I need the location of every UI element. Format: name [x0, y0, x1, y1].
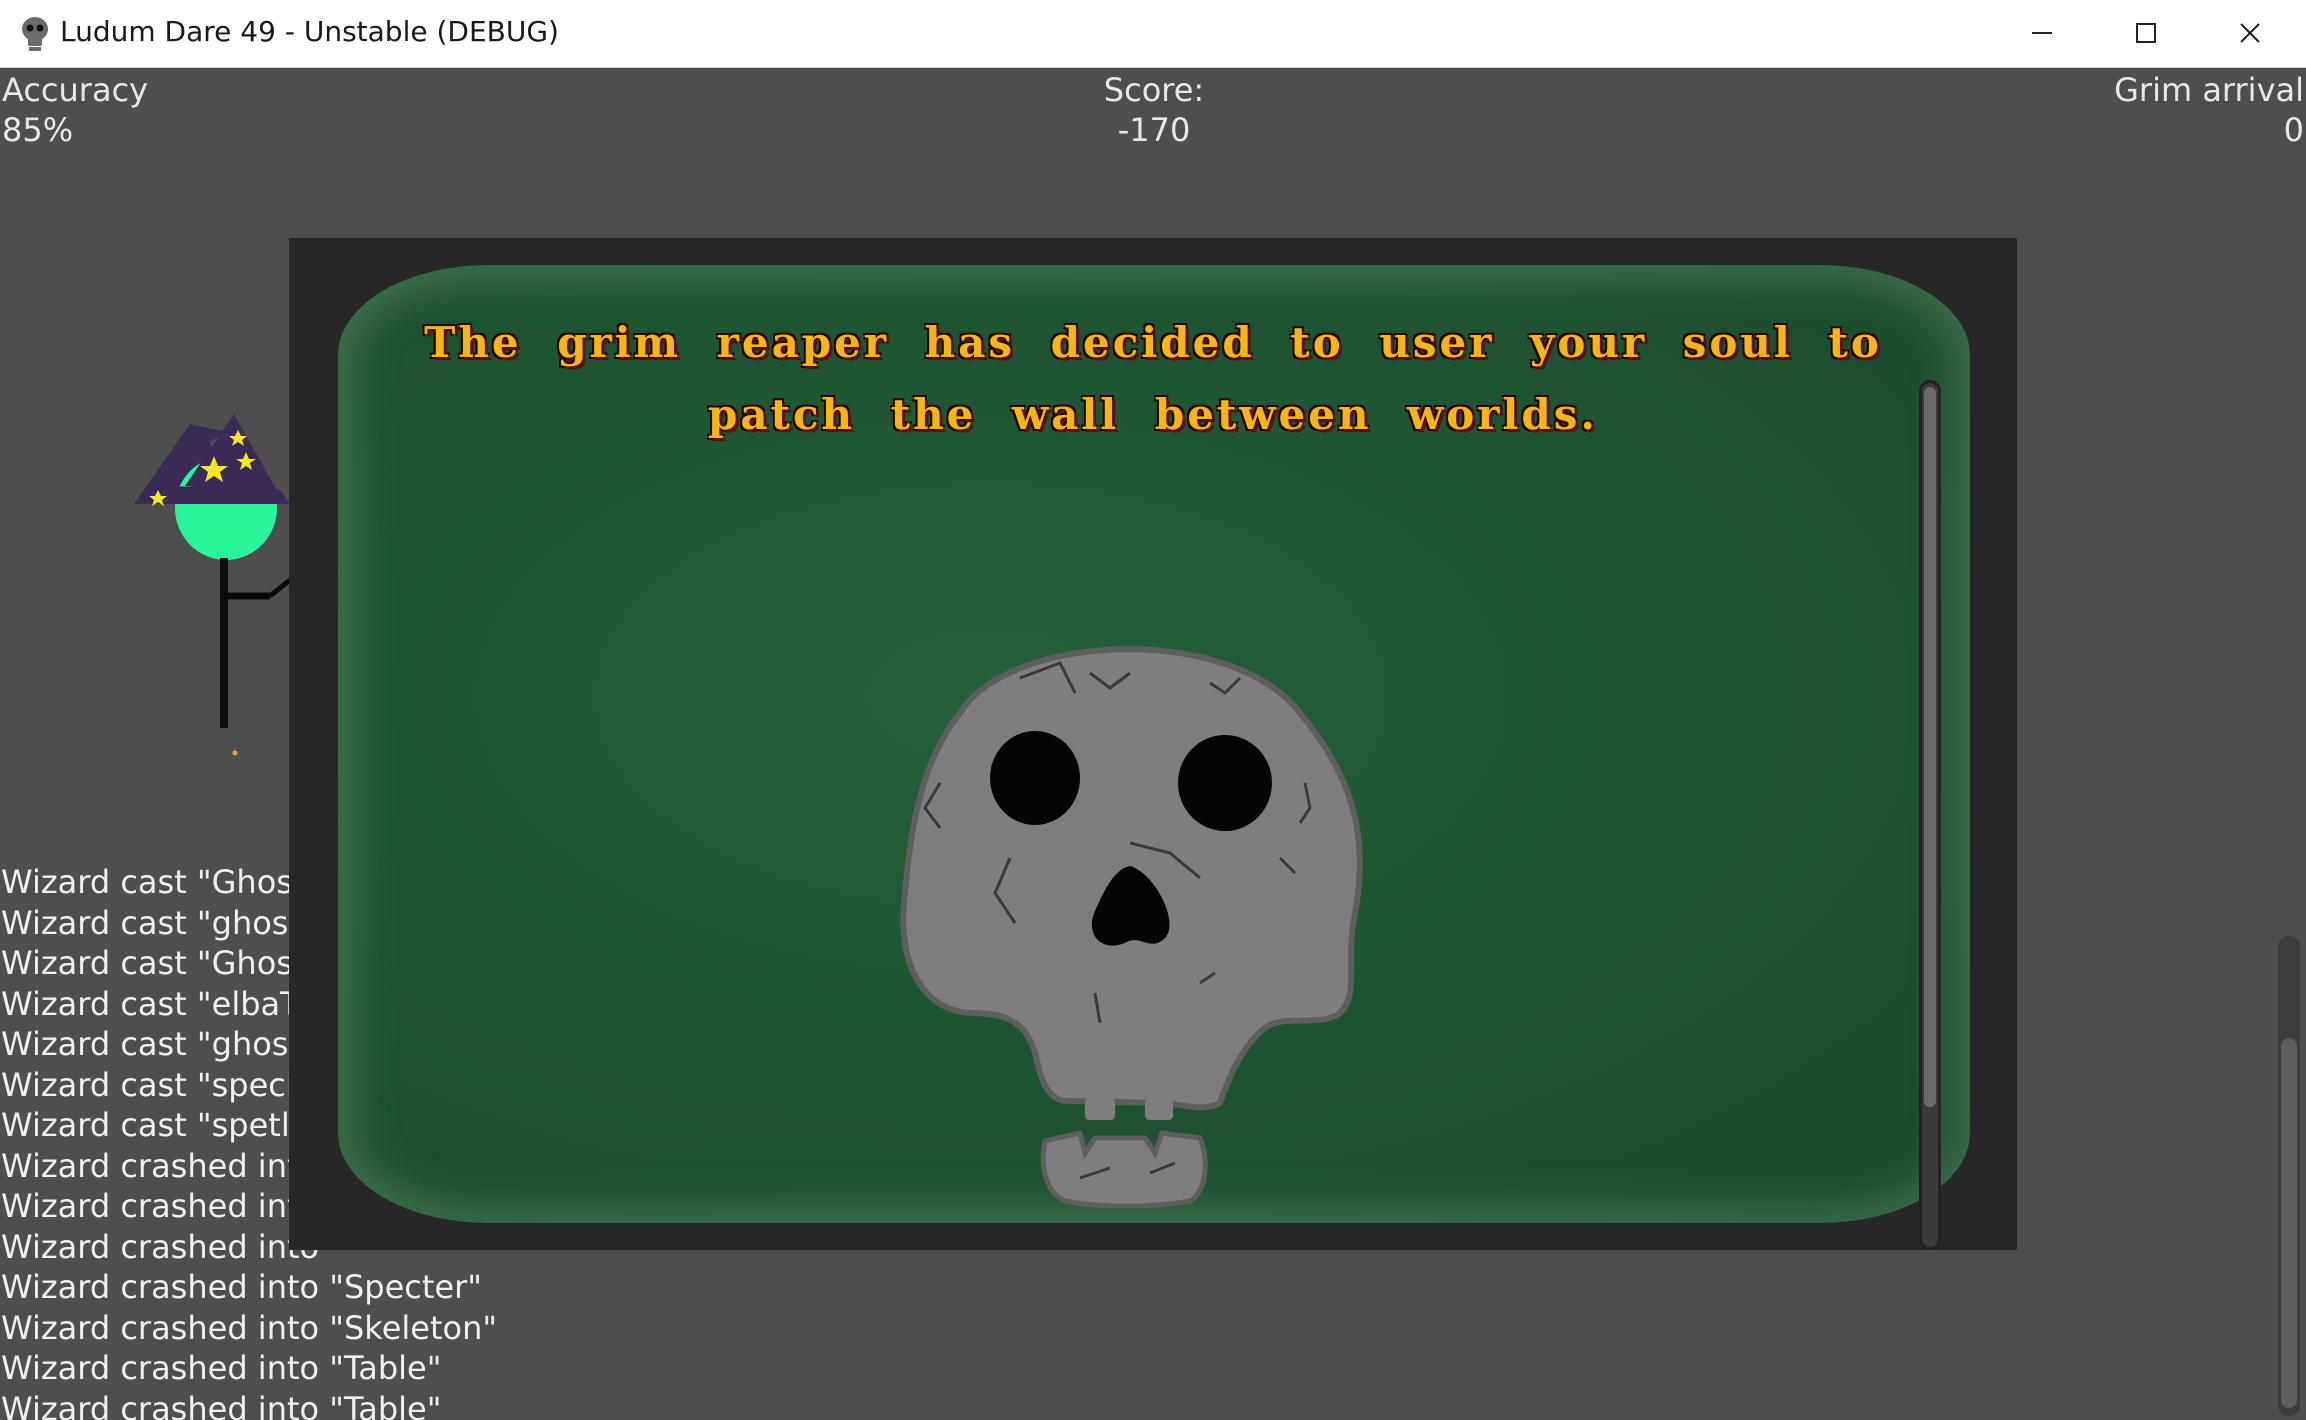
- grim-arrival-value: 0: [2283, 111, 2304, 149]
- maximize-icon: [2136, 23, 2156, 43]
- score-value: -170: [1117, 111, 1191, 149]
- score-display: Score: -170: [1080, 70, 1228, 150]
- accuracy-display: Accuracy 85%: [2, 70, 148, 150]
- log-scrollbar-thumb[interactable]: [2281, 1038, 2297, 1408]
- score-label: Score:: [1103, 71, 1205, 109]
- game-over-message: The grim reaper has decided to user your…: [424, 318, 1882, 439]
- skull-icon: [900, 646, 1363, 1208]
- close-button[interactable]: [2198, 0, 2302, 66]
- grim-arrival-label: Grim arrival: [2114, 71, 2304, 109]
- wizard-character: [134, 414, 300, 756]
- title-bar: Ludum Dare 49 - Unstable (DEBUG): [0, 0, 2306, 68]
- accuracy-value: 85%: [2, 111, 74, 149]
- log-line: Wizard crashed into "Table": [1, 1389, 442, 1420]
- maximize-button[interactable]: [2094, 0, 2198, 66]
- log-line: Wizard crashed into "Skeleton": [1, 1308, 498, 1347]
- skull-icon: [22, 17, 48, 51]
- grim-arrival-display: Grim arrival 0: [2114, 70, 2304, 150]
- log-line: Wizard crashed into "Table": [1, 1349, 442, 1387]
- log-scrollbar[interactable]: [2278, 936, 2300, 1416]
- log-line: Wizard crashed into "Specter": [1, 1268, 482, 1306]
- game-viewport: Accuracy 85% Score: -170 Grim arrival 0 …: [0, 68, 2306, 1420]
- close-icon: [2240, 23, 2260, 43]
- modal-scrollbar-thumb[interactable]: [1924, 387, 1936, 1107]
- accuracy-label: Accuracy: [2, 71, 149, 109]
- modal-scrollbar[interactable]: [1919, 380, 1941, 1250]
- window-title: Ludum Dare 49 - Unstable (DEBUG): [60, 15, 559, 48]
- minimize-icon: [2032, 32, 2052, 34]
- minimize-button[interactable]: [1990, 0, 2094, 66]
